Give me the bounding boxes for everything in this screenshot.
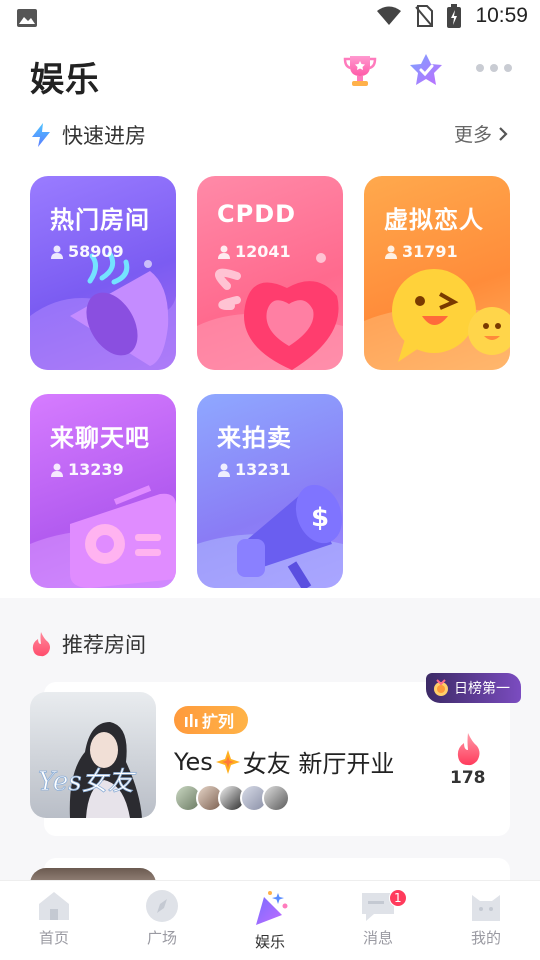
tab-entertainment[interactable]: 娱乐 — [216, 881, 324, 960]
home-icon — [39, 892, 69, 920]
fire-icon — [457, 733, 480, 766]
room-cover-image[interactable]: Yes女友 — [30, 692, 156, 818]
member-avatars[interactable] — [174, 784, 290, 812]
card-count-row: 13239 — [50, 460, 124, 479]
user-icon — [51, 245, 63, 259]
card-name: 热门房间 — [50, 206, 150, 234]
card-count: 13231 — [235, 460, 291, 479]
compass-icon — [146, 890, 178, 922]
tab-square-label: 广场 — [146, 929, 177, 947]
room-category-cpdd[interactable]: CPDD 12041 — [197, 176, 343, 370]
tab-home[interactable]: 首页 — [0, 881, 108, 960]
room-tag: 扩列 — [174, 706, 248, 734]
more-link[interactable]: 更多 — [454, 120, 508, 147]
user-icon — [51, 463, 63, 477]
tab-me[interactable]: 我的 — [432, 881, 540, 960]
wifi-icon — [377, 6, 402, 25]
room-title-part1: Yes — [174, 747, 213, 776]
tab-messages-label: 消息 — [362, 929, 393, 947]
no-sim-icon — [415, 5, 434, 27]
quick-entry-header: 快速进房 — [30, 120, 146, 150]
chevron-right-icon — [499, 126, 508, 141]
party-icon — [256, 891, 288, 925]
card-count-row: 58909 — [50, 242, 124, 261]
card-count: 12041 — [235, 242, 291, 261]
room-category-auction[interactable]: $ 来拍卖 13231 — [197, 394, 343, 588]
rank-badge-label: 日榜第一 — [454, 681, 510, 697]
tab-me-label: 我的 — [470, 929, 501, 947]
card-count-row: 31791 — [384, 242, 458, 261]
recommend-header: 推荐房间 — [30, 629, 146, 659]
medal-icon — [434, 679, 448, 696]
room-category-chat[interactable]: 来聊天吧 13239 — [30, 394, 176, 588]
more-options-icon[interactable] — [476, 64, 512, 72]
tab-square[interactable]: 广场 — [108, 881, 216, 960]
recommend-title: 推荐房间 — [62, 633, 146, 657]
rank-badge: 日榜第一 — [426, 673, 521, 703]
flame-icon — [32, 632, 50, 657]
room-category-hot[interactable]: 热门房间 58909 — [30, 176, 176, 370]
room-title-part2: 女友 新厅开业 — [242, 750, 395, 778]
card-count: 58909 — [68, 242, 124, 261]
user-icon — [385, 245, 397, 259]
sparkle-icon — [215, 749, 240, 774]
card-count: 13239 — [68, 460, 124, 479]
card-name: 来聊天吧 — [50, 424, 150, 452]
cover-text: Yes女友 — [38, 767, 137, 797]
cover-portrait: Yes女友 — [30, 692, 156, 818]
message-badge: 1 — [388, 889, 407, 907]
card-count-row: 12041 — [217, 242, 291, 261]
svg-text:$: $ — [311, 503, 329, 533]
bottom-tab-bar: 首页 广场 娱乐 1 消息 我的 — [0, 880, 540, 960]
quick-entry-title: 快速进房 — [62, 124, 146, 148]
card-name: CPDD — [217, 200, 297, 228]
trophy-icon[interactable] — [342, 52, 378, 88]
page-title: 娱乐 — [30, 60, 100, 100]
card-count-row: 13231 — [217, 460, 291, 479]
room-heat: 178 — [450, 732, 486, 788]
card-name: 来拍卖 — [217, 424, 292, 452]
user-icon — [218, 245, 230, 259]
battery-icon — [447, 4, 462, 28]
gallery-icon — [17, 9, 37, 27]
status-time: 10:59 — [475, 4, 528, 27]
lightning-icon — [32, 123, 50, 147]
more-label: 更多 — [453, 124, 492, 146]
tab-messages[interactable]: 1 消息 — [324, 881, 432, 960]
tab-entertainment-label: 娱乐 — [254, 933, 285, 951]
user-icon — [218, 463, 230, 477]
tab-home-label: 首页 — [38, 929, 69, 947]
room-category-virtual-lover[interactable]: 虚拟恋人 31791 — [364, 176, 510, 370]
status-bar: 10:59 — [0, 0, 540, 38]
bars-icon — [185, 714, 198, 727]
card-name: 虚拟恋人 — [384, 206, 484, 234]
avatar — [262, 784, 290, 812]
room-title[interactable]: Yes 女友 新厅开业 — [174, 744, 394, 779]
cat-face-icon — [472, 895, 500, 921]
heat-count: 178 — [450, 768, 486, 788]
room-tag-label: 扩列 — [202, 712, 235, 731]
card-count: 31791 — [402, 242, 458, 261]
star-badge-icon[interactable] — [408, 52, 444, 88]
